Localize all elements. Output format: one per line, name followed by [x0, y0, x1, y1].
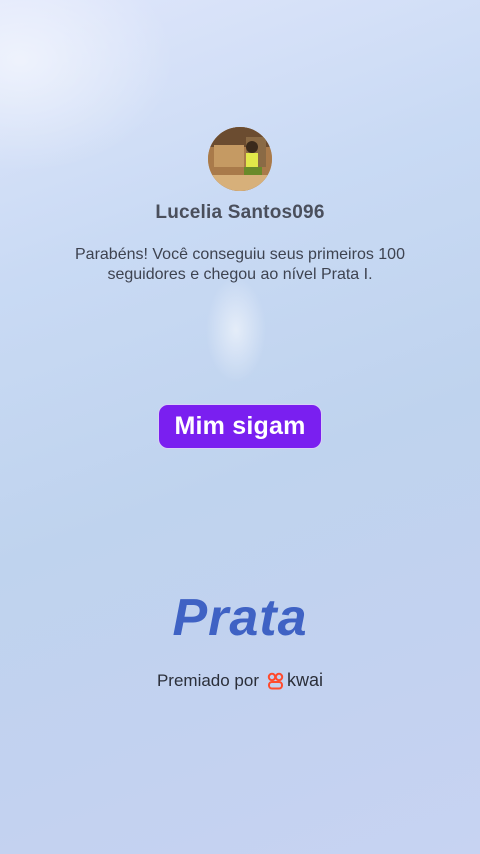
- awarded-by: Premiado por kwai: [0, 670, 480, 691]
- kwai-brand-text: kwai: [287, 670, 324, 690]
- achievement-message: Parabéns! Você conseguiu seus primeiros …: [75, 246, 405, 283]
- kwai-logo-icon: [267, 672, 284, 689]
- awarded-by-label: Premiado por: [156, 670, 260, 690]
- follow-button[interactable]: Mim sigam: [158, 404, 322, 449]
- avatar-photo: [208, 127, 272, 191]
- level-title: Prata: [172, 589, 308, 647]
- username: Lucelia Santos096: [155, 202, 325, 223]
- avatar[interactable]: [208, 127, 272, 191]
